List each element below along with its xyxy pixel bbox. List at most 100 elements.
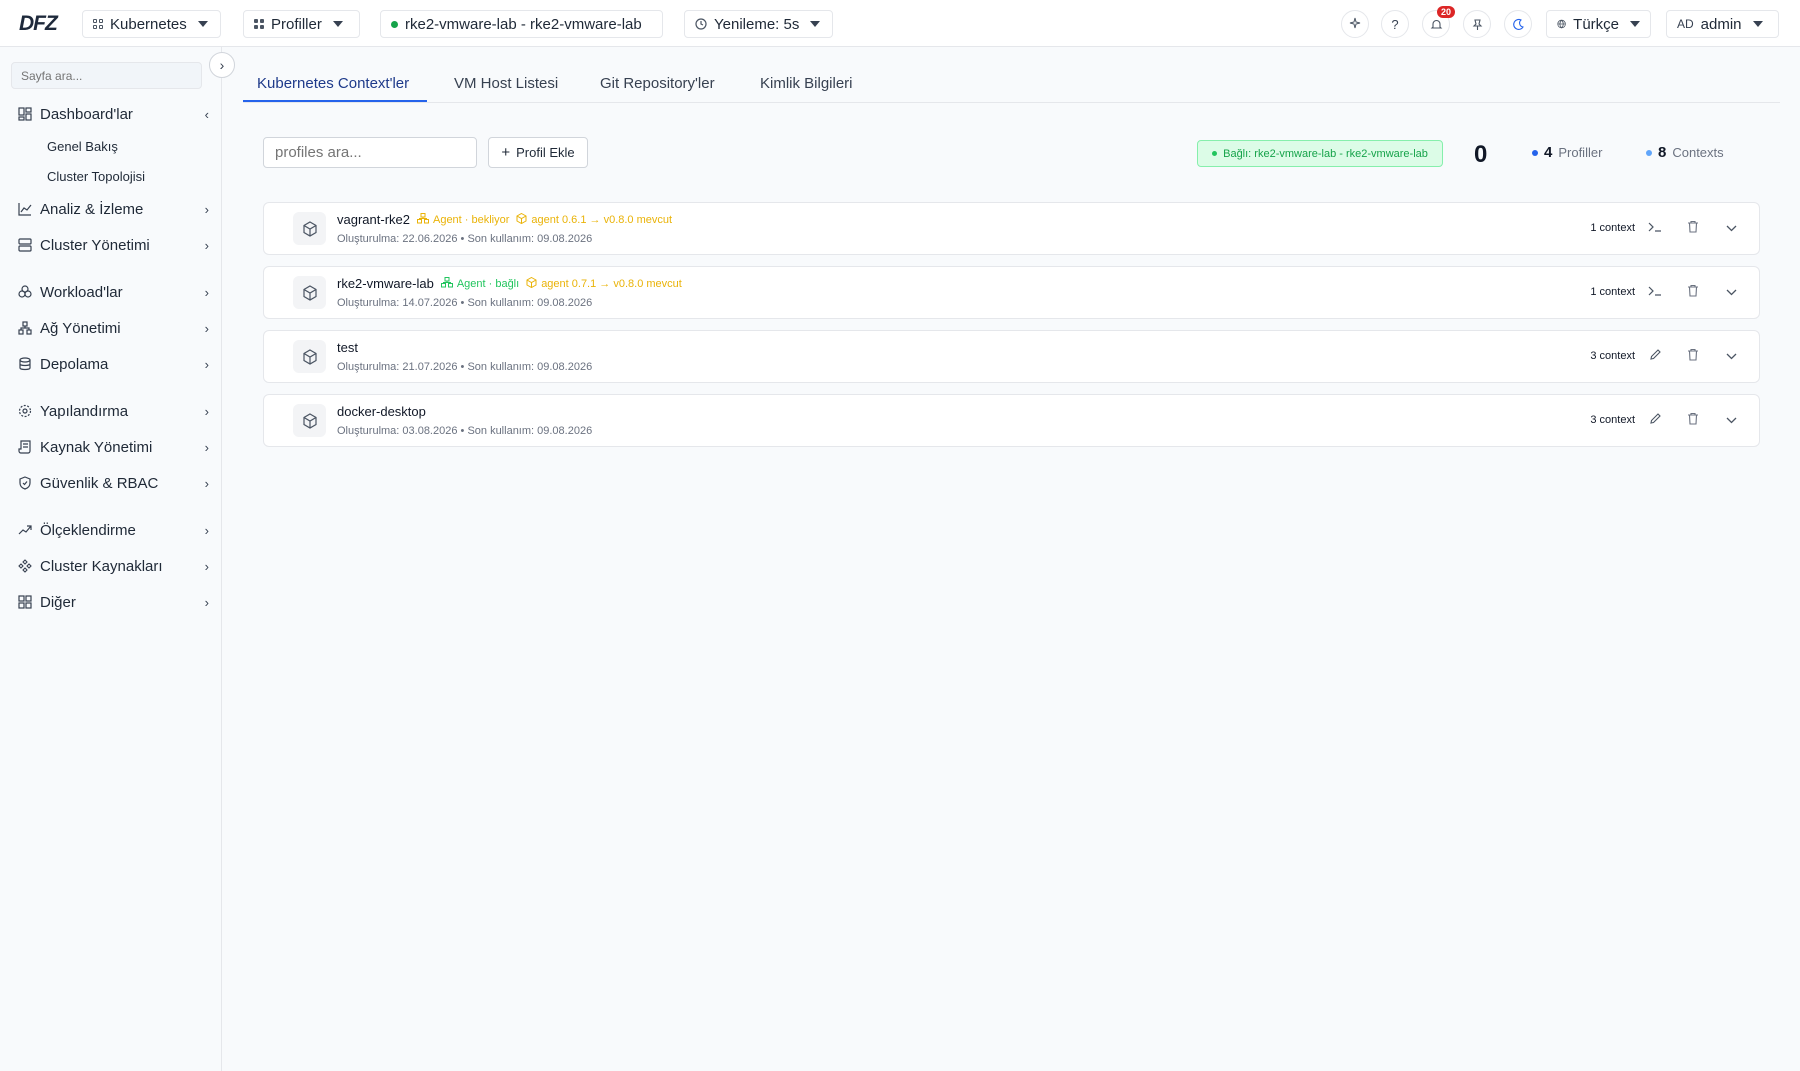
pencil-icon <box>1649 412 1662 428</box>
dot-icon <box>1532 149 1538 156</box>
sidebar-item-label: Kaynak Yönetimi <box>40 438 153 456</box>
sidebar-search-input[interactable] <box>11 62 202 89</box>
tab-credentials[interactable]: Kimlik Bilgileri <box>760 75 853 92</box>
profile-name-line: rke2-vmware-lab Agent · bağlı agent 0.7.1 … <box>337 276 682 291</box>
clock-icon <box>695 18 707 30</box>
agent-status-badge: Agent · bekliyor <box>416 212 509 227</box>
app-logo[interactable]: DFZ <box>19 12 58 36</box>
sidebar-item-other[interactable]: Diğer › <box>17 590 212 614</box>
contexts-count: 8 <box>1658 144 1667 161</box>
profile-card[interactable]: docker-desktop Oluşturulma: 03.08.2026 • … <box>263 394 1760 447</box>
stat-contexts: 8 Contexts <box>1646 144 1724 161</box>
delete-profile-button[interactable] <box>1683 282 1703 302</box>
dot-icon <box>1646 149 1652 156</box>
sidebar-item-label: Dashboard'lar <box>40 105 133 123</box>
expand-profile-button[interactable] <box>1721 346 1741 366</box>
sidebar-item-configuration[interactable]: Yapılandırma › <box>17 399 212 423</box>
sidebar-item-scaling[interactable]: Ölçeklendirme › <box>17 518 212 542</box>
help-icon: ? <box>1391 16 1399 32</box>
components-icon <box>17 559 32 574</box>
delete-profile-button[interactable] <box>1683 346 1703 366</box>
tab-vm-host-list[interactable]: VM Host Listesi <box>454 75 558 92</box>
add-profile-button[interactable]: + Profil Ekle <box>488 137 588 168</box>
sidebar-item-analysis[interactable]: Analiz & İzleme › <box>17 197 212 221</box>
sidebar-subitem-cluster-topology[interactable]: Cluster Topolojisi <box>47 169 145 184</box>
chevron-right-icon: › <box>204 522 209 538</box>
chevron-right-icon: › <box>204 439 209 455</box>
theme-toggle-button[interactable] <box>1504 10 1532 38</box>
sidebar-item-cluster-management[interactable]: Cluster Yönetimi › <box>17 233 212 257</box>
sidebar-item-label: Güvenlik & RBAC <box>40 474 159 492</box>
expand-profile-button[interactable] <box>1721 410 1741 430</box>
profile-meta: Oluşturulma: 21.07.2026 • Son kullanım: … <box>337 361 592 373</box>
profile-card[interactable]: test Oluşturulma: 21.07.2026 • Son kullan… <box>263 330 1760 383</box>
chevron-down-icon <box>197 21 208 27</box>
delete-profile-button[interactable] <box>1683 218 1703 238</box>
cube-icon <box>293 212 326 245</box>
profile-card[interactable]: vagrant-rke2 Agent · bekliyor agent 0.6.1 … <box>263 202 1760 255</box>
dashboard-icon <box>17 107 32 122</box>
package-icon <box>526 276 537 291</box>
workloads-icon <box>17 285 32 300</box>
sidebar-item-cluster-resources[interactable]: Cluster Kaynakları › <box>17 554 212 578</box>
edit-profile-button[interactable] <box>1645 346 1665 366</box>
network-icon <box>17 321 32 336</box>
ai-assistant-button[interactable] <box>1341 10 1369 38</box>
open-terminal-button[interactable] <box>1645 218 1665 238</box>
pencil-icon <box>1649 348 1662 364</box>
help-button[interactable]: ? <box>1381 10 1409 38</box>
sidebar-item-resource-management[interactable]: Kaynak Yönetimi › <box>17 435 212 459</box>
profile-created: Oluşturulma: 03.08.2026 <box>337 425 458 437</box>
agent-version-label: agent 0.7.1 → v0.8.0 mevcut <box>541 277 682 290</box>
profile-meta: Oluşturulma: 22.06.2026 • Son kullanım: … <box>337 233 592 245</box>
chevron-right-icon: › <box>204 284 209 300</box>
sidebar-item-label: Cluster Kaynakları <box>40 557 163 575</box>
expand-profile-button[interactable] <box>1721 282 1741 302</box>
sidebar-toggle-button[interactable]: › <box>209 52 235 78</box>
profile-last-used: Son kullanım: 09.08.2026 <box>467 233 593 245</box>
context-selector[interactable]: rke2-vmware-lab - rke2-vmware-lab <box>380 10 663 38</box>
sidebar-item-network[interactable]: Ağ Yönetimi › <box>17 316 212 340</box>
chevron-down-icon <box>332 21 343 27</box>
sidebar-item-security-rbac[interactable]: Güvenlik & RBAC › <box>17 471 212 495</box>
globe-icon <box>1557 19 1566 29</box>
context-count: 3 context <box>1590 350 1635 362</box>
user-menu[interactable]: AD admin <box>1666 10 1779 38</box>
sidebar-item-label: Yapılandırma <box>40 402 129 420</box>
trash-icon <box>1687 220 1699 236</box>
meta-separator: • <box>457 233 468 245</box>
language-dropdown[interactable]: Türkçe <box>1546 10 1651 38</box>
profile-name: vagrant-rke2 <box>337 212 410 227</box>
profile-card[interactable]: rke2-vmware-lab Agent · bağlı agent 0.7.1 … <box>263 266 1760 319</box>
open-terminal-button[interactable] <box>1645 282 1665 302</box>
terminal-icon <box>1648 285 1662 300</box>
chevron-down-icon <box>1726 285 1737 299</box>
sidebar-item-storage[interactable]: Depolama › <box>17 352 212 376</box>
expand-profile-button[interactable] <box>1721 218 1741 238</box>
profiles-count-label: Profiller <box>1558 145 1603 160</box>
profiles-search-input[interactable] <box>263 137 477 168</box>
kubernetes-dropdown[interactable]: Kubernetes <box>82 10 221 38</box>
profile-name-line: test <box>337 340 358 355</box>
edit-profile-button[interactable] <box>1645 410 1665 430</box>
sidebar-item-workloads[interactable]: Workload'lar › <box>17 280 212 304</box>
refresh-dropdown[interactable]: Yenileme: 5s <box>684 10 833 38</box>
pin-button[interactable] <box>1463 10 1491 38</box>
status-dot-icon <box>1212 151 1218 156</box>
profile-last-used: Son kullanım: 09.08.2026 <box>467 361 593 373</box>
agent-icon <box>416 212 429 227</box>
tab-git-repositories[interactable]: Git Repository'ler <box>600 75 715 92</box>
profiles-dropdown[interactable]: Profiller <box>243 10 360 38</box>
scroll-icon <box>17 440 32 455</box>
sidebar-subitem-overview[interactable]: Genel Bakış <box>47 139 118 154</box>
moon-icon <box>1512 18 1524 30</box>
tab-kubernetes-contexts[interactable]: Kubernetes Context'ler <box>257 75 409 92</box>
profiles-dropdown-label: Profiller <box>271 15 322 33</box>
context-count: 1 context <box>1590 222 1635 234</box>
notifications-button[interactable]: 20 <box>1422 6 1455 38</box>
sidebar-item-dashboards[interactable]: Dashboard'lar ‹ <box>17 102 212 126</box>
trending-up-icon <box>17 523 32 538</box>
delete-profile-button[interactable] <box>1683 410 1703 430</box>
contexts-count-label: Contexts <box>1672 145 1724 160</box>
server-icon <box>17 238 32 253</box>
